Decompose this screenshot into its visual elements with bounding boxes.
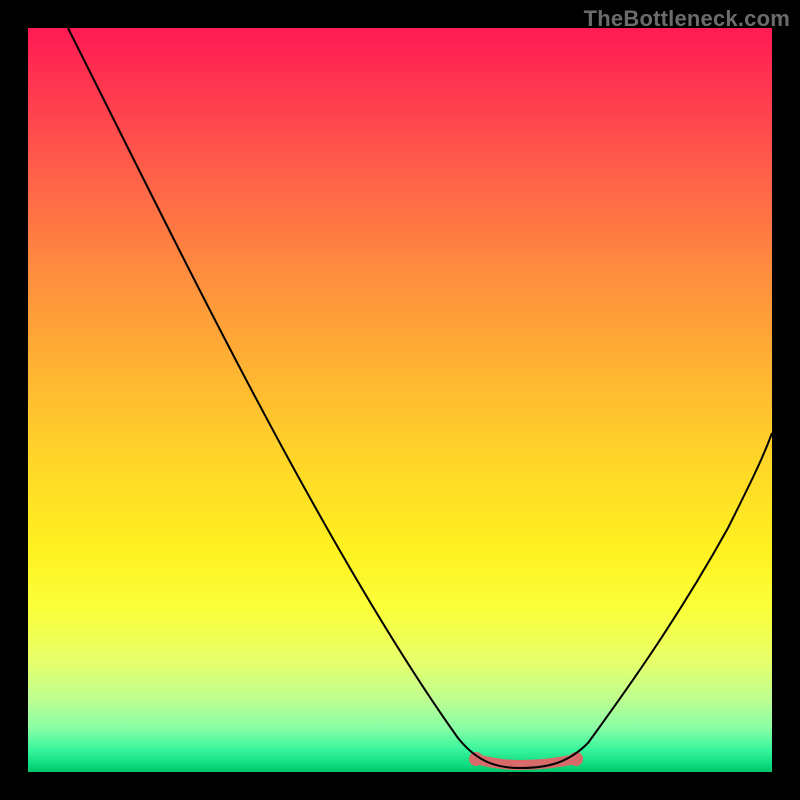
bottleneck-curve (68, 28, 772, 768)
plot-area (28, 28, 772, 772)
curve-svg (28, 28, 772, 772)
chart-container: TheBottleneck.com (0, 0, 800, 800)
